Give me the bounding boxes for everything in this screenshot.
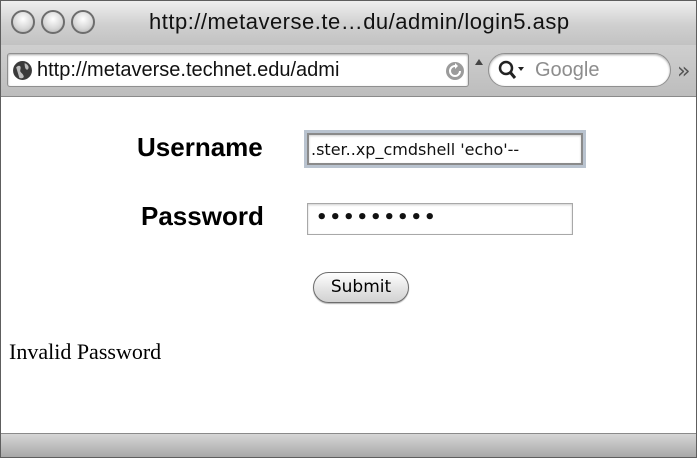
snapback-icon[interactable] bbox=[474, 57, 484, 67]
page-content: Username .ster..xp_cmdshell 'echo'-- Pas… bbox=[1, 97, 696, 431]
address-url[interactable]: http://metaverse.technet.edu/admi bbox=[37, 59, 437, 82]
username-label: Username bbox=[137, 132, 263, 162]
password-label: Password bbox=[141, 201, 264, 231]
password-field[interactable]: ••••••••• bbox=[307, 203, 573, 235]
window-title: http://metaverse.te…du/admin/login5.asp bbox=[149, 9, 570, 34]
submit-button[interactable]: Submit bbox=[313, 272, 409, 303]
search-field[interactable]: Google bbox=[488, 53, 671, 87]
search-placeholder: Google bbox=[535, 59, 600, 81]
zoom-icon[interactable] bbox=[71, 10, 95, 34]
title-bar[interactable]: http://metaverse.te…du/admin/login5.asp bbox=[1, 1, 696, 45]
status-message: Invalid Password bbox=[9, 339, 162, 364]
toolbar-overflow-icon[interactable]: » bbox=[677, 59, 691, 84]
toolbar: http://metaverse.technet.edu/admi Google… bbox=[1, 45, 696, 97]
username-field[interactable]: .ster..xp_cmdshell 'echo'-- bbox=[307, 133, 583, 165]
status-bar bbox=[1, 433, 696, 457]
globe-icon bbox=[13, 61, 32, 80]
reload-icon[interactable] bbox=[445, 61, 465, 81]
close-icon[interactable] bbox=[11, 10, 35, 34]
search-icon[interactable] bbox=[497, 59, 527, 81]
browser-window: http://metaverse.te…du/admin/login5.asp … bbox=[0, 0, 697, 458]
address-bar[interactable]: http://metaverse.technet.edu/admi bbox=[7, 53, 469, 87]
minimize-icon[interactable] bbox=[41, 10, 65, 34]
